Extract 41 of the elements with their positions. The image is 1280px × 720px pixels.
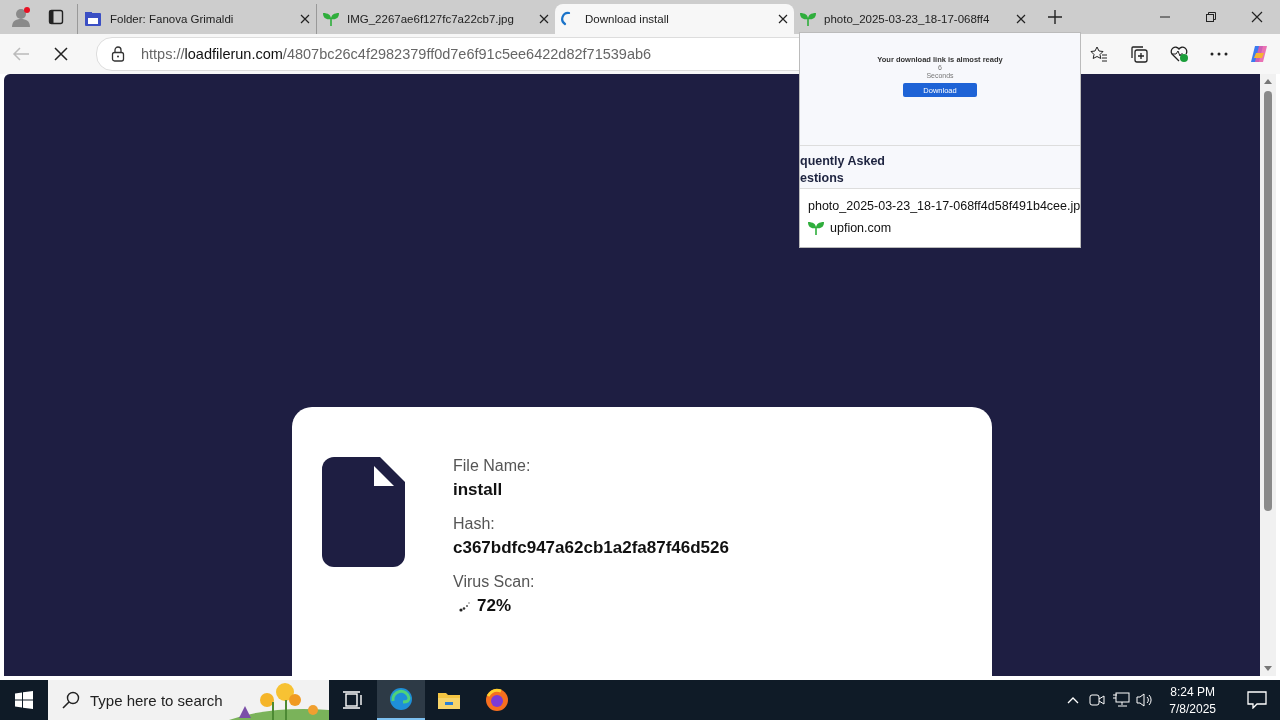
close-tab-icon[interactable] bbox=[778, 14, 788, 24]
edge-icon[interactable] bbox=[377, 680, 425, 720]
preview-section-title: quently Asked bbox=[800, 153, 886, 170]
file-icon bbox=[322, 457, 405, 567]
spinner-icon bbox=[459, 600, 471, 612]
search-icon bbox=[62, 691, 80, 709]
field-label: File Name: bbox=[453, 457, 532, 475]
sprout-icon bbox=[800, 12, 816, 26]
clock-time: 8:24 PM bbox=[1170, 684, 1215, 699]
browser-tab[interactable]: Download install bbox=[555, 4, 794, 34]
preview-section-title: estions bbox=[800, 170, 845, 187]
more-icon[interactable] bbox=[1208, 52, 1230, 56]
copilot-icon[interactable] bbox=[1248, 44, 1270, 64]
taskbar-search-field[interactable]: Type here to search bbox=[48, 680, 329, 720]
close-tab-icon[interactable] bbox=[1016, 14, 1026, 24]
scroll-up-icon[interactable] bbox=[1264, 79, 1272, 84]
field-label: Virus Scan: bbox=[453, 573, 536, 591]
preview-title: photo_2025-03-23_18-17-068ff4d58f491b4cee.jp bbox=[808, 199, 1080, 213]
preview-site: upfion.com bbox=[830, 221, 892, 235]
sprout-icon bbox=[808, 221, 824, 235]
search-input[interactable]: Type here to search bbox=[88, 690, 252, 710]
field-label: Hash: bbox=[453, 515, 496, 533]
scrollbar[interactable] bbox=[1260, 74, 1276, 676]
favorites-icon[interactable] bbox=[1088, 45, 1110, 63]
profile-icon[interactable] bbox=[10, 6, 32, 28]
tab-actions-icon[interactable] bbox=[48, 9, 64, 25]
field-value: c367bdfc947a62cb1a2fa87f46d526 bbox=[453, 538, 729, 558]
collections-icon[interactable] bbox=[1128, 45, 1150, 63]
field-value: install bbox=[453, 480, 504, 500]
browser-tab[interactable]: photo_2025-03-23_18-17-068ff4 bbox=[794, 4, 1032, 34]
clock-date: 7/8/2025 bbox=[1169, 701, 1216, 716]
folder-icon bbox=[84, 11, 102, 27]
close-tab-icon[interactable] bbox=[300, 14, 310, 24]
lock-icon bbox=[111, 46, 125, 62]
scroll-down-icon[interactable] bbox=[1264, 666, 1272, 671]
new-tab-icon[interactable] bbox=[1048, 10, 1062, 24]
health-icon[interactable] bbox=[1168, 45, 1190, 63]
field-value: 72% bbox=[477, 596, 512, 616]
close-tab-icon[interactable] bbox=[539, 14, 549, 24]
sprout-icon bbox=[323, 12, 339, 26]
url-text: https://loadfilerun.com/4807bc26c4f2982379ff0d7e6f91c5ee6422d82f71539ab6 bbox=[141, 46, 652, 62]
